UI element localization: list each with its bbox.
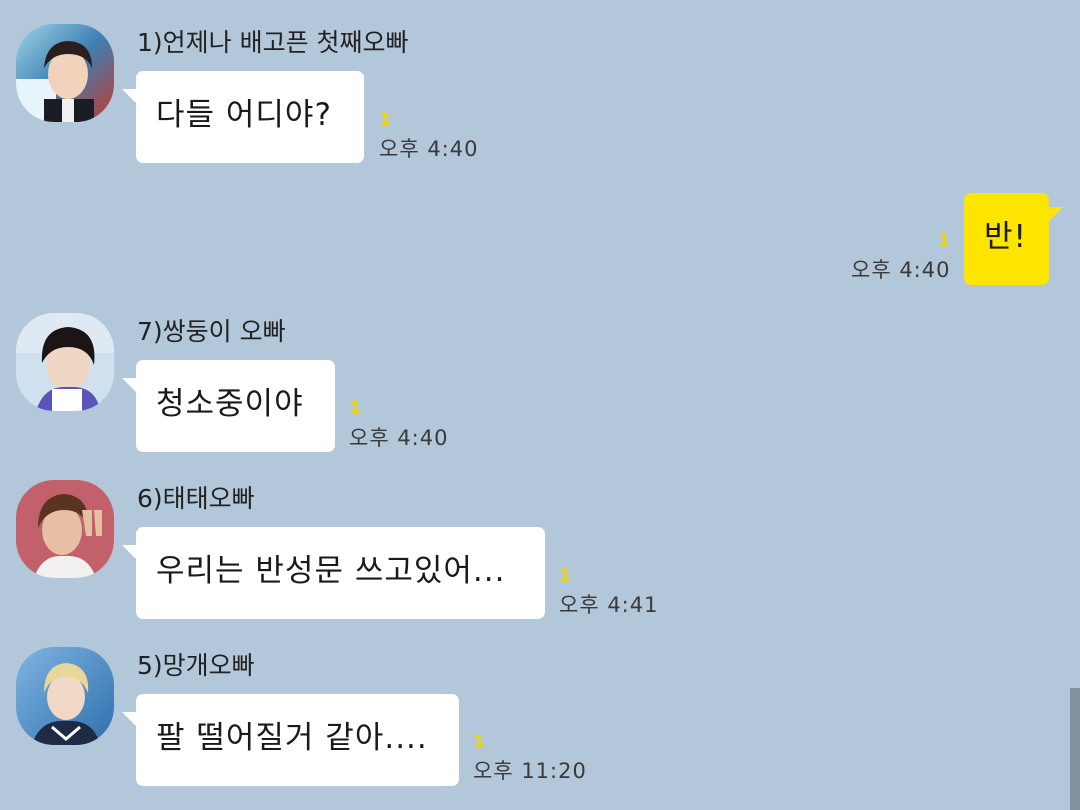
avatar-photo-icon xyxy=(16,313,114,411)
message-time: 오후 4:40 xyxy=(379,137,479,161)
sender-name: 7)쌍둥이 오빠 xyxy=(137,317,286,346)
message-time: 오후 4:40 xyxy=(851,258,951,282)
avatar-photo-icon xyxy=(16,24,114,122)
chat-room[interactable]: 1)언제나 배고픈 첫째오빠 다들 어디야? 1 오후 4:40 1 오후 4:… xyxy=(0,0,1080,810)
avatar-photo-icon xyxy=(16,480,114,578)
message-bubble[interactable]: 팔 떨어질거 같아.... xyxy=(122,694,459,786)
sender-name: 1)언제나 배고픈 첫째오빠 xyxy=(137,28,409,57)
sender-avatar[interactable] xyxy=(16,313,114,411)
message-bubble[interactable]: 우리는 반성문 쓰고있어... xyxy=(122,527,545,619)
my-message-bubble[interactable]: 반! xyxy=(964,193,1063,285)
avatar-photo-icon xyxy=(16,647,114,745)
scrollbar-thumb[interactable] xyxy=(1070,688,1080,810)
unread-count: 1 xyxy=(473,732,485,752)
message-bubble[interactable]: 청소중이야 xyxy=(122,360,335,452)
message-bubble[interactable]: 다들 어디야? xyxy=(122,71,364,163)
sender-name: 6)태태오빠 xyxy=(137,484,255,513)
message-time: 오후 4:41 xyxy=(559,593,659,617)
unread-count: 1 xyxy=(559,566,571,586)
unread-count: 1 xyxy=(349,398,361,418)
unread-count: 1 xyxy=(379,110,391,130)
unread-count: 1 xyxy=(938,231,950,251)
sender-name: 5)망개오빠 xyxy=(137,651,255,680)
message-time: 오후 11:20 xyxy=(473,759,587,783)
message-time: 오후 4:40 xyxy=(349,426,449,450)
sender-avatar[interactable] xyxy=(16,24,114,122)
sender-avatar[interactable] xyxy=(16,480,114,578)
sender-avatar[interactable] xyxy=(16,647,114,745)
